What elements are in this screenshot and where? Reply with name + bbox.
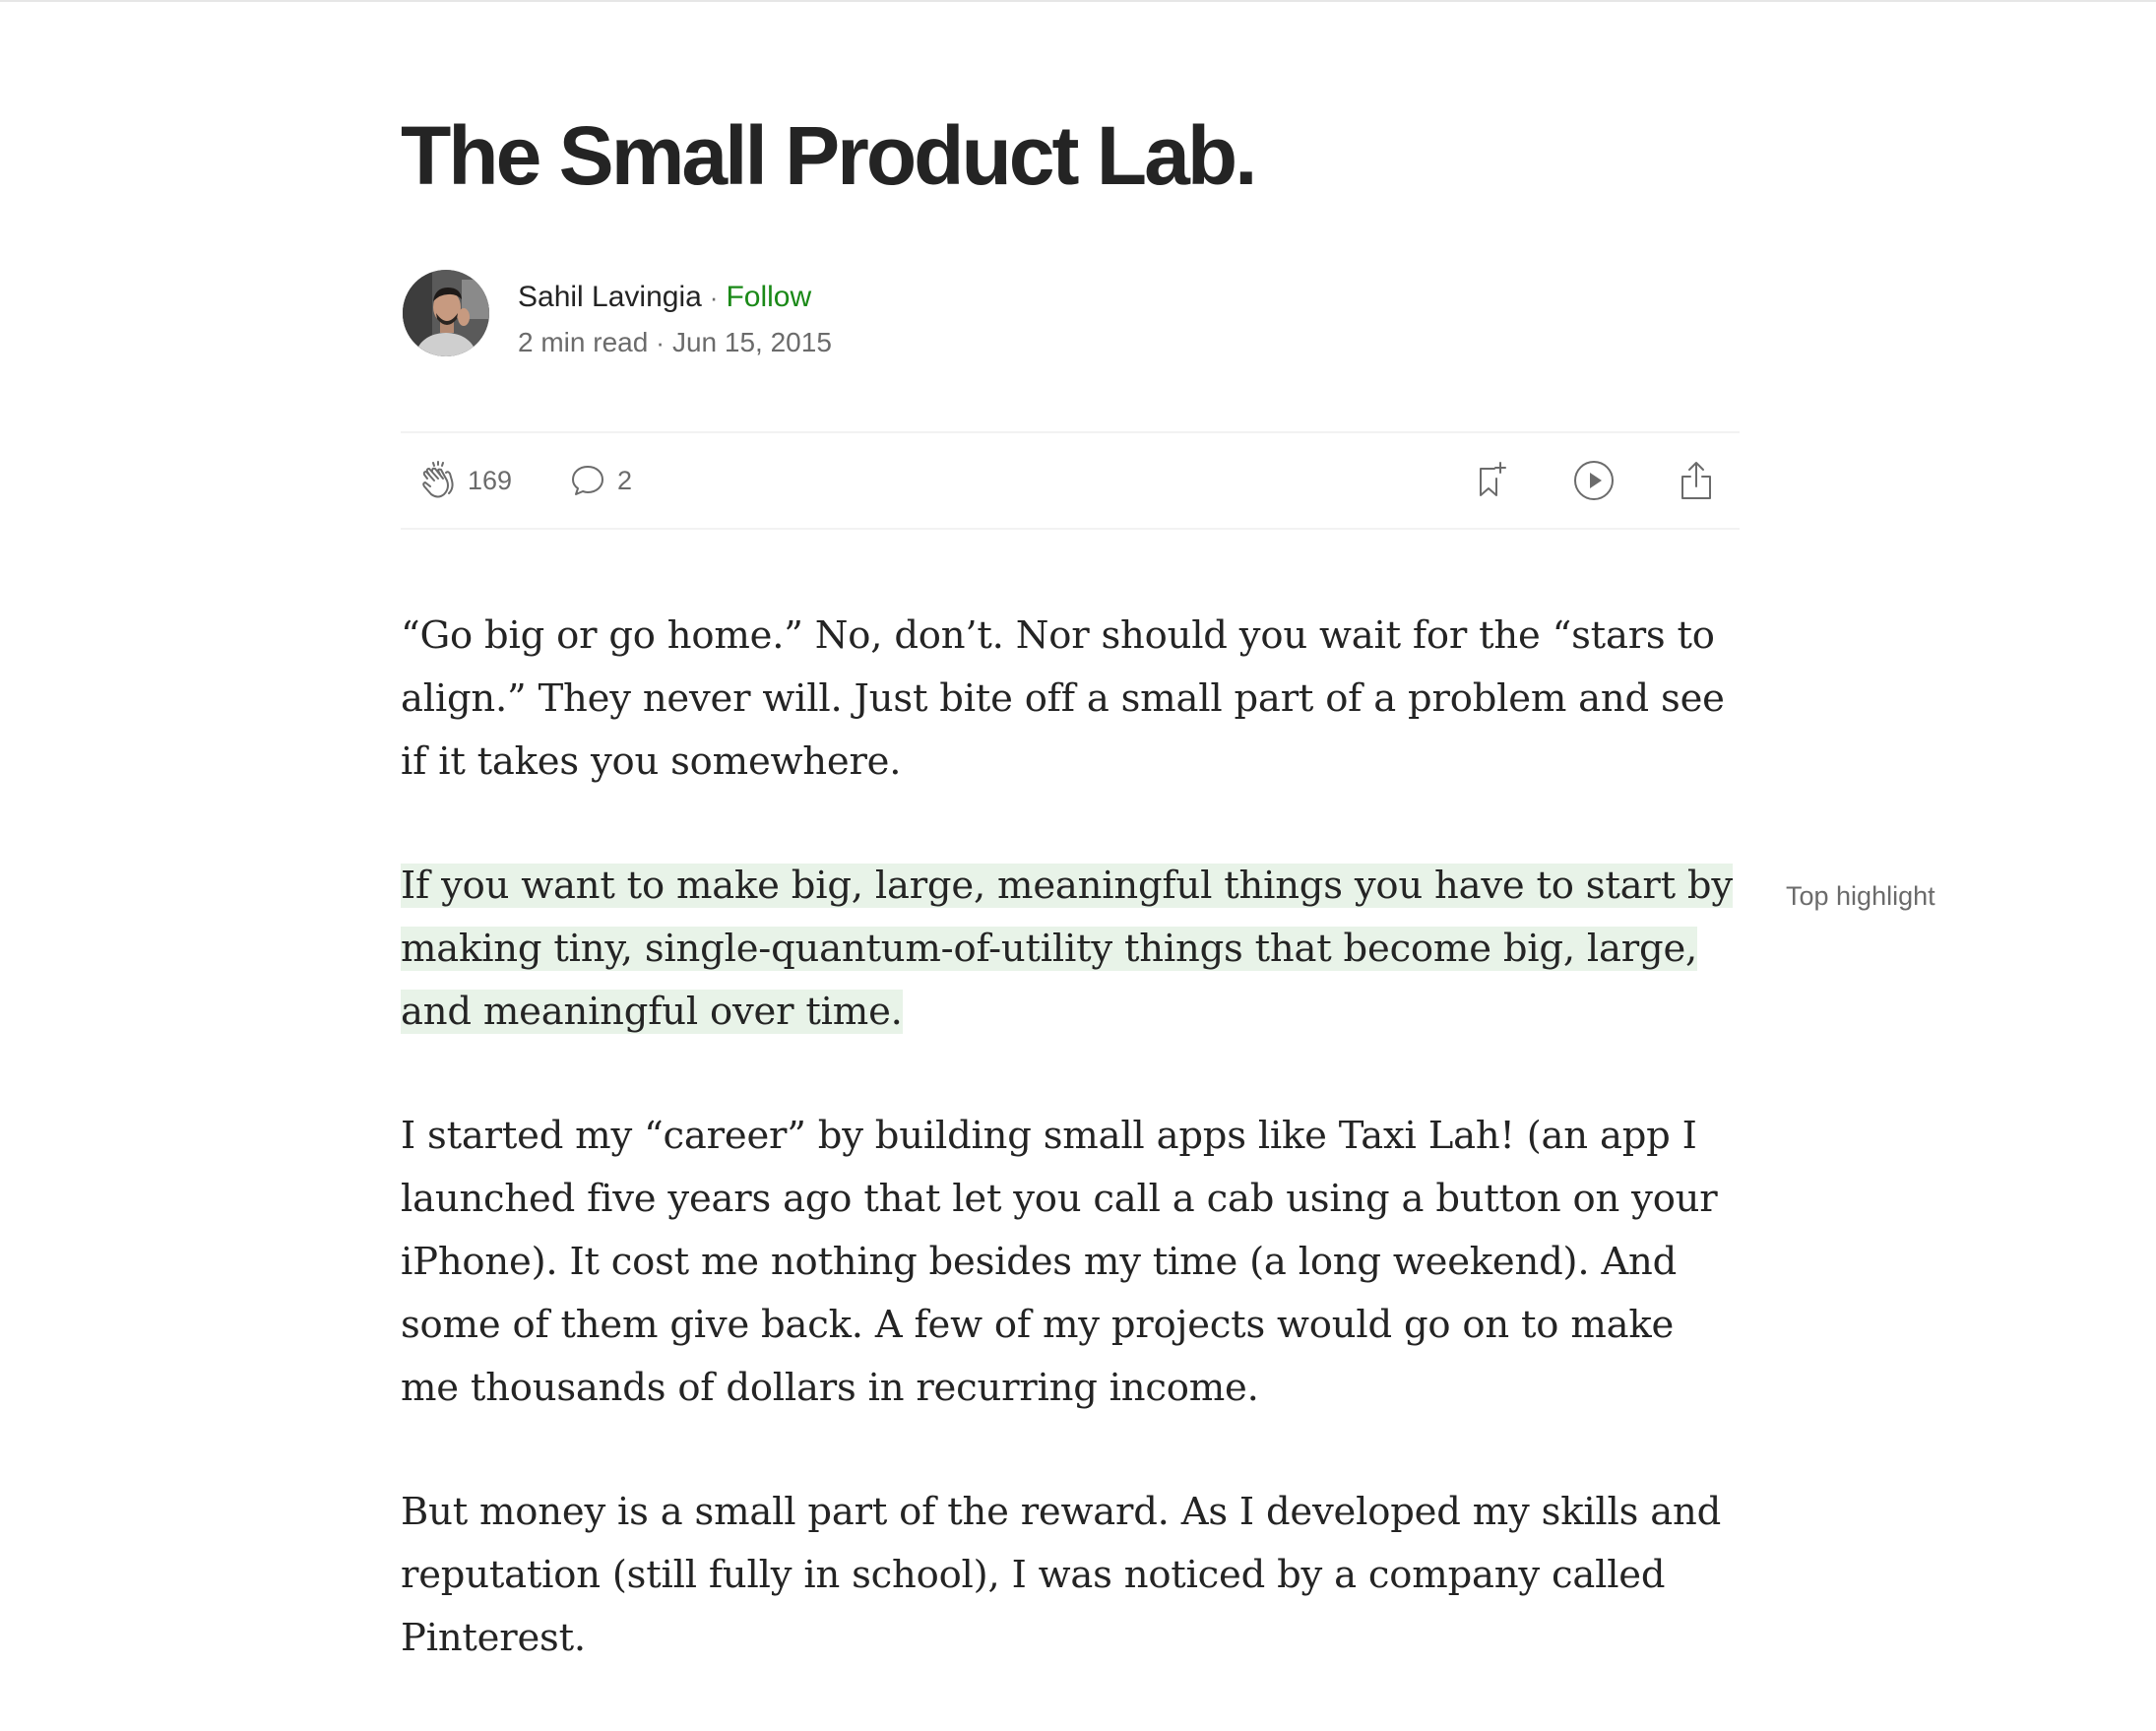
share-button[interactable] — [1677, 433, 1716, 528]
paragraph: I started my “career” by building small … — [401, 1114, 1718, 1410]
article-meta: 2 min read · Jun 15, 2015 — [518, 325, 832, 360]
share-icon — [1677, 459, 1716, 502]
byline: Sahil Lavingia · Follow 2 min read · Jun 15,… — [401, 270, 1090, 360]
highlighted-text[interactable]: If you want to make big, large, meaningf… — [401, 864, 1733, 1034]
top-highlight-label: Top highlight — [1786, 881, 1935, 911]
highlighted-paragraph[interactable]: If you want to make big, large, meaningf… — [401, 855, 1740, 1044]
paragraph: But money is a small part of the reward.… — [401, 1490, 1722, 1660]
article-title: The Small Product Lab. — [401, 109, 1257, 202]
listen-button[interactable] — [1572, 433, 1616, 528]
clap-icon — [418, 461, 458, 500]
bookmark-add-icon — [1472, 461, 1511, 500]
publish-date: Jun 15, 2015 — [671, 327, 832, 357]
responses-button[interactable]: 2 — [568, 433, 632, 528]
clap-button[interactable]: 169 — [418, 433, 512, 528]
play-icon — [1572, 459, 1616, 502]
paragraph: “Go big or go home.” No, don’t. Nor shou… — [401, 613, 1725, 784]
author-avatar[interactable] — [403, 270, 489, 356]
read-time: 2 min read — [518, 327, 649, 357]
top-divider — [0, 0, 2156, 2]
save-button[interactable] — [1472, 433, 1511, 528]
separator-dot: · — [709, 283, 719, 312]
response-count: 2 — [617, 465, 633, 495]
author-name[interactable]: Sahil Lavingia — [518, 281, 702, 313]
author-line: Sahil Lavingia · Follow — [518, 278, 811, 317]
separator-dot: · — [656, 328, 665, 357]
article-body: “Go big or go home.” No, don’t. Nor shou… — [401, 605, 1740, 1731]
clap-count: 169 — [468, 465, 513, 495]
article-action-bar: 169 2 — [401, 431, 1740, 530]
response-icon — [568, 461, 607, 500]
follow-button[interactable]: Follow — [726, 281, 811, 313]
